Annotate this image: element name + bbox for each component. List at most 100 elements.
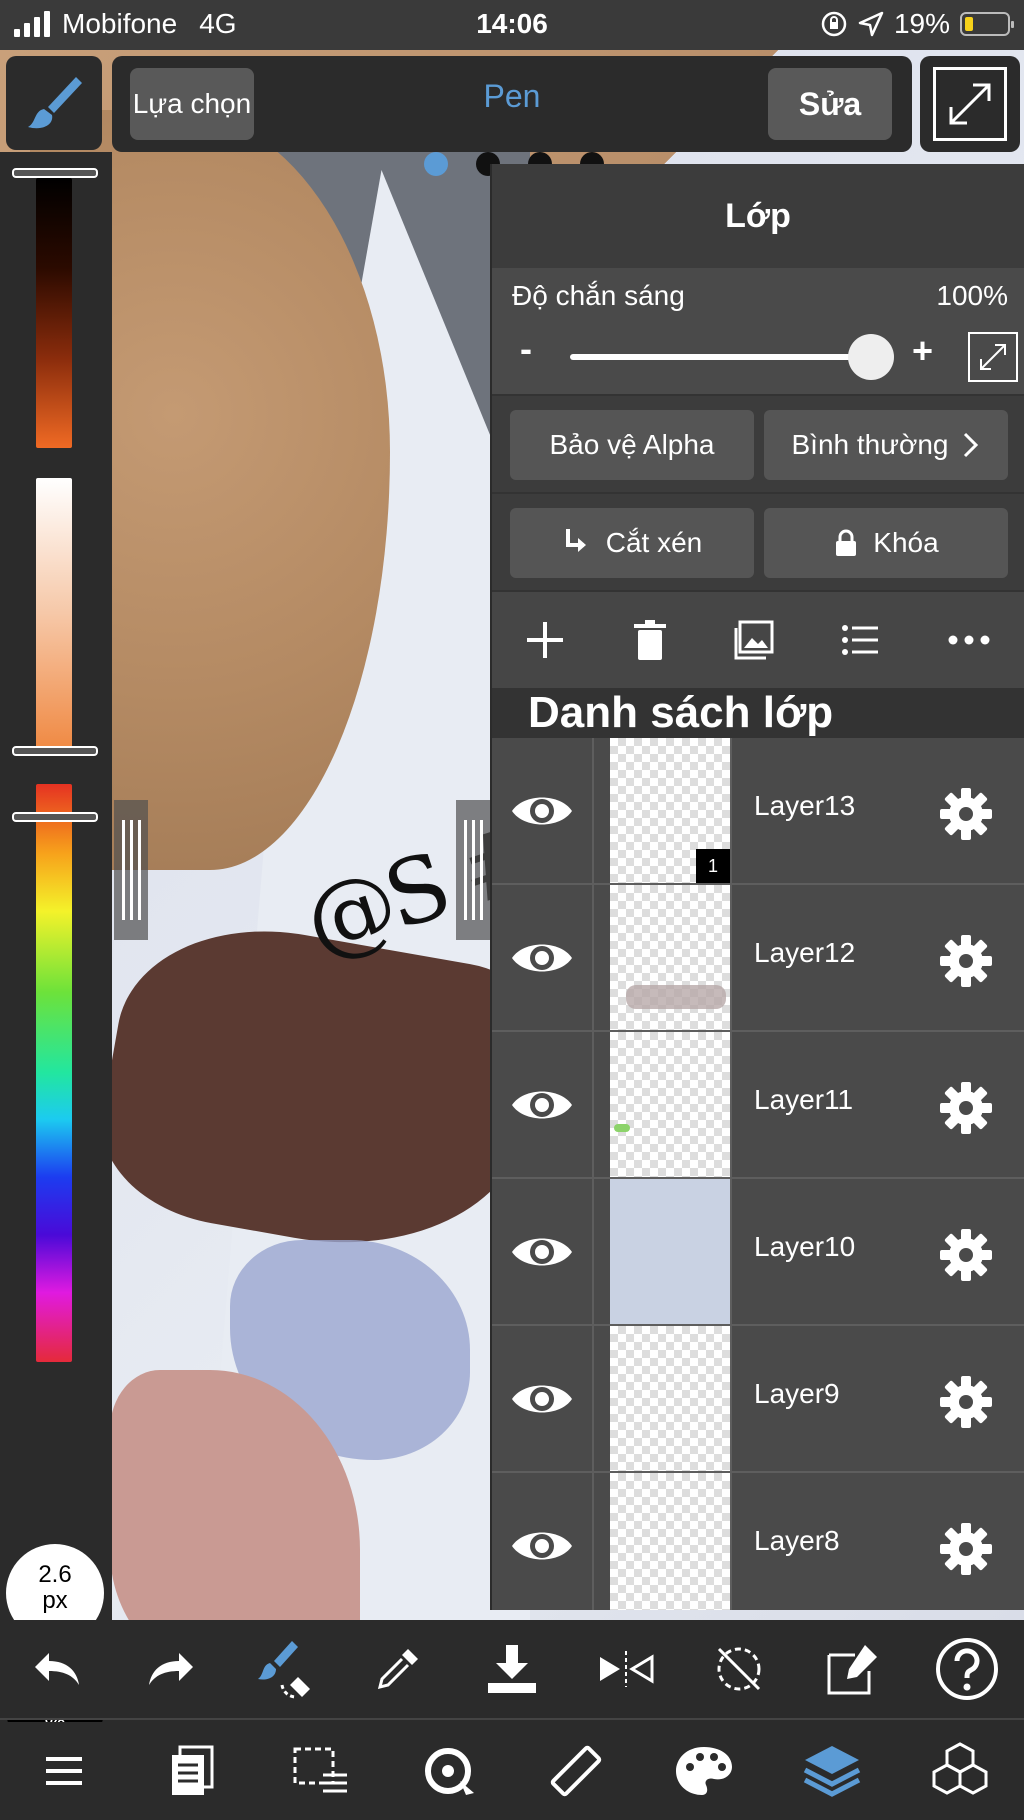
opacity-decrease-button[interactable]: - <box>520 328 532 370</box>
transform-button[interactable] <box>818 1634 888 1704</box>
layer-visibility-toggle[interactable] <box>492 1326 594 1471</box>
hue-handle[interactable] <box>12 812 98 822</box>
layer-row[interactable]: Layer11 <box>492 1032 1024 1179</box>
download-icon <box>487 1645 536 1693</box>
opacity-expand-button[interactable] <box>968 332 1018 382</box>
orientation-lock-icon <box>821 11 847 37</box>
eye-icon <box>512 944 572 971</box>
fullscreen-button[interactable] <box>920 56 1020 152</box>
add-layer-icon[interactable] <box>523 618 567 662</box>
selection-button[interactable]: Lựa chọn <box>130 68 254 140</box>
layer-visibility-toggle[interactable] <box>492 1179 594 1324</box>
layer-options-row: Bảo vệ Alpha Bình thường <box>492 394 1024 492</box>
gear-icon <box>940 1082 992 1134</box>
gear-icon <box>940 788 992 840</box>
gear-icon <box>940 1376 992 1428</box>
layer-visibility-toggle[interactable] <box>492 1473 594 1610</box>
ruler-button[interactable] <box>541 1736 611 1806</box>
clipping-label: Cắt xén <box>605 527 703 558</box>
chevron-right-icon <box>964 432 979 458</box>
layer-visibility-toggle[interactable] <box>492 885 594 1030</box>
rotate-canvas-button[interactable] <box>413 1736 483 1806</box>
brush-swap-button[interactable] <box>249 1634 319 1704</box>
edit-button[interactable]: Sửa <box>768 68 892 140</box>
layer-name: Layer13 <box>754 790 856 821</box>
layer-clip-badge: 1 <box>696 849 730 883</box>
layers-button[interactable] <box>797 1736 867 1806</box>
opacity-increase-button[interactable]: + <box>912 330 933 372</box>
layer-settings-button[interactable] <box>938 1080 994 1141</box>
layer-settings-button[interactable] <box>938 1227 994 1288</box>
layer-clip-lock-row: Cắt xén Khóa <box>492 492 1024 590</box>
rotate-reset-button[interactable] <box>704 1634 774 1704</box>
layer-thumbnail[interactable] <box>610 1179 732 1324</box>
eyedropper-button[interactable] <box>363 1634 433 1704</box>
layer-opacity-value: 100% <box>936 280 1008 311</box>
saturation-handle[interactable] <box>12 746 98 756</box>
save-download-button[interactable] <box>477 1634 547 1704</box>
left-panel-drag-handle[interactable] <box>114 800 148 940</box>
layer-thumbnail[interactable] <box>610 885 732 1030</box>
materials-button[interactable] <box>925 1736 995 1806</box>
layer-row[interactable]: Layer9 <box>492 1326 1024 1473</box>
brightness-slider[interactable] <box>36 178 72 448</box>
eye-icon <box>512 1091 572 1118</box>
layer-visibility-toggle[interactable] <box>492 738 594 883</box>
materials-icon <box>932 1742 988 1795</box>
layer-tools-row <box>492 590 1024 688</box>
page-dot-active[interactable] <box>424 152 448 176</box>
lock-label: Khóa <box>873 527 939 558</box>
image-icon[interactable] <box>732 618 776 662</box>
layer-list-title: Danh sách lớp <box>492 688 1024 738</box>
flip-button[interactable] <box>591 1634 661 1704</box>
transform-icon <box>827 1645 878 1695</box>
layer-opacity-label: Độ chắn sáng <box>512 280 685 311</box>
eye-icon <box>512 1385 572 1412</box>
layer-row[interactable]: Layer10 <box>492 1179 1024 1326</box>
redo-button[interactable] <box>136 1634 206 1704</box>
battery-icon <box>960 12 1014 36</box>
layer-panel-drag-handle[interactable] <box>456 800 490 940</box>
more-icon[interactable] <box>945 630 993 650</box>
layer-settings-button[interactable] <box>938 933 994 994</box>
undo-button[interactable] <box>22 1634 92 1704</box>
blend-mode-button[interactable]: Bình thường <box>764 410 1008 480</box>
eyedropper-icon <box>378 1649 419 1690</box>
layer-thumbnail[interactable] <box>610 1326 732 1471</box>
help-button[interactable] <box>932 1634 1002 1704</box>
layer-settings-button[interactable] <box>938 1374 994 1435</box>
saturation-slider[interactable] <box>36 478 72 748</box>
layer-name: Layer10 <box>754 1231 856 1262</box>
layer-row[interactable]: 1 Layer13 <box>492 738 1024 885</box>
layer-row[interactable]: Layer8 <box>492 1473 1024 1610</box>
layer-opacity-knob[interactable] <box>848 334 894 380</box>
layer-opacity-slider[interactable] <box>570 354 880 360</box>
layer-thumbnail[interactable]: 1 <box>610 738 732 883</box>
lock-button[interactable]: Khóa <box>764 508 1008 578</box>
layer-thumbnail[interactable] <box>610 1032 732 1177</box>
clipping-button[interactable]: Cắt xén <box>510 508 754 578</box>
pages-button[interactable] <box>157 1736 227 1806</box>
gear-icon <box>940 1523 992 1575</box>
trash-icon[interactable] <box>630 618 670 662</box>
alpha-protect-button[interactable]: Bảo vệ Alpha <box>510 410 754 480</box>
rotate-icon <box>717 1647 761 1691</box>
expand-icon <box>949 83 991 125</box>
layer-panel: Lớp Độ chắn sáng 100% - + Bảo vệ Alpha B… <box>490 164 1024 1610</box>
layer-row[interactable]: Layer12 <box>492 885 1024 1032</box>
color-palette-button[interactable] <box>669 1736 739 1806</box>
list-icon[interactable] <box>838 618 882 662</box>
menu-button[interactable] <box>29 1736 99 1806</box>
layer-settings-button[interactable] <box>938 1521 994 1582</box>
flip-icon <box>599 1651 654 1687</box>
current-tool-name[interactable]: Pen <box>412 78 612 115</box>
hue-slider[interactable] <box>36 784 72 1362</box>
layer-thumbnail[interactable] <box>610 1473 732 1610</box>
expand-icon <box>980 344 1006 370</box>
battery-percent: 19% <box>893 8 950 39</box>
brightness-handle[interactable] <box>12 168 98 178</box>
selection-layer-button[interactable] <box>285 1736 355 1806</box>
layer-visibility-toggle[interactable] <box>492 1032 594 1177</box>
layer-settings-button[interactable] <box>938 786 994 847</box>
brush-tool-button[interactable] <box>6 56 102 150</box>
